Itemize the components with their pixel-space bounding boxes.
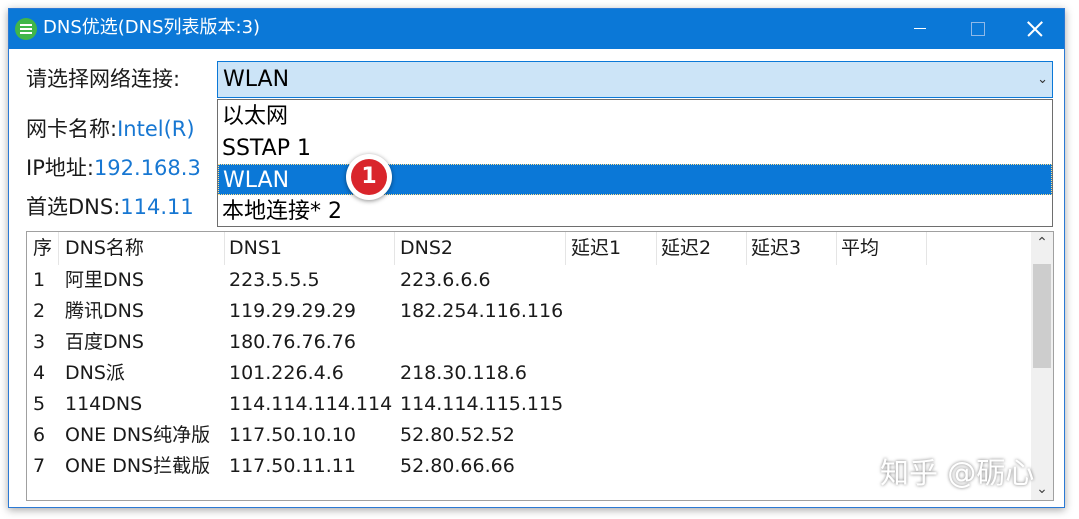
table-row[interactable]: 4 DNS派 101.226.4.6 218.30.118.6 <box>27 358 1027 389</box>
row-name: ONE DNS拦截版 <box>65 455 211 477</box>
row-dns2: 52.80.52.52 <box>400 424 515 446</box>
row-dns2: 182.254.116.116 <box>400 300 564 322</box>
app-icon <box>15 18 37 40</box>
table-row[interactable]: 5 114DNS 114.114.114.114 114.114.115.115 <box>27 389 1027 420</box>
ip-row: IP地址:192.168.3 <box>26 154 201 182</box>
column-header-latency1[interactable]: 延迟1 <box>567 232 657 265</box>
row-dns1: 223.5.5.5 <box>229 269 320 291</box>
column-header-name[interactable]: DNS名称 <box>61 232 225 265</box>
adapter-value: Intel(R) <box>117 117 195 141</box>
maximize-button[interactable] <box>948 9 1006 49</box>
connection-select[interactable]: WLAN ⌄ <box>217 61 1053 98</box>
scroll-up-icon[interactable]: ⌃ <box>1031 232 1053 254</box>
row-index: 3 <box>33 331 46 353</box>
preferred-dns-label: 首选DNS: <box>26 195 121 219</box>
row-name: ONE DNS纯净版 <box>65 424 211 446</box>
row-index: 2 <box>33 300 46 322</box>
adapter-label: 网卡名称: <box>26 117 118 141</box>
table-row[interactable]: 1 阿里DNS 223.5.5.5 223.6.6.6 <box>27 265 1027 296</box>
column-header-index[interactable]: 序 <box>29 232 59 265</box>
dropdown-option-local-connection[interactable]: 本地连接* 2 <box>218 196 1052 227</box>
table-row[interactable]: 2 腾讯DNS 119.29.29.29 182.254.116.116 <box>27 296 1027 327</box>
table-row[interactable]: 3 百度DNS 180.76.76.76 <box>27 327 1027 358</box>
adapter-row: 网卡名称:Intel(R) <box>26 115 195 143</box>
row-dns2 <box>396 327 570 358</box>
scroll-down-icon[interactable]: ⌄ <box>1031 478 1053 500</box>
vertical-scrollbar[interactable]: ⌃ ⌄ <box>1031 232 1053 500</box>
app-window: DNS优选(DNS列表版本:3) 请选择网络连接: WLAN ⌄ 网卡名称:In… <box>8 8 1065 508</box>
table-row[interactable]: 6 ONE DNS纯净版 117.50.10.10 52.80.52.52 <box>27 420 1027 451</box>
row-index: 7 <box>33 455 46 477</box>
row-dns1: 117.50.10.10 <box>229 424 356 446</box>
ip-label: IP地址: <box>26 156 94 180</box>
row-index: 4 <box>33 362 46 384</box>
row-dns2: 223.6.6.6 <box>400 269 491 291</box>
row-dns1: 114.114.114.114 <box>229 393 393 415</box>
column-header-dns2[interactable]: DNS2 <box>396 232 566 265</box>
connection-dropdown-list: 以太网 SSTAP 1 WLAN 本地连接* 2 <box>217 99 1053 227</box>
dropdown-option-wlan[interactable]: WLAN <box>218 164 1052 195</box>
row-name: 百度DNS <box>65 331 144 353</box>
row-dns1: 180.76.76.76 <box>229 331 356 353</box>
column-header-average[interactable]: 平均 <box>837 232 927 265</box>
row-name: 114DNS <box>65 393 143 415</box>
row-name: 阿里DNS <box>65 269 144 291</box>
ip-value: 192.168.3 <box>93 156 201 180</box>
step-marker: 1 <box>346 154 392 200</box>
column-header-latency3[interactable]: 延迟3 <box>747 232 837 265</box>
preferred-dns-row: 首选DNS:114.11 <box>26 193 194 221</box>
preferred-dns-value: 114.11 <box>120 195 194 219</box>
row-dns1: 119.29.29.29 <box>229 300 356 322</box>
scroll-thumb[interactable] <box>1033 264 1051 368</box>
row-name: DNS派 <box>65 362 125 384</box>
watermark: 知乎 @砺心 <box>880 456 1035 490</box>
column-header-latency2[interactable]: 延迟2 <box>657 232 747 265</box>
window-title: DNS优选(DNS列表版本:3) <box>43 17 261 38</box>
dropdown-option-ethernet[interactable]: 以太网 <box>218 101 1052 132</box>
column-header-dns1[interactable]: DNS1 <box>225 232 395 265</box>
row-dns1: 101.226.4.6 <box>229 362 344 384</box>
minimize-button[interactable] <box>890 9 948 49</box>
row-index: 6 <box>33 424 46 446</box>
table-header: 序 DNS名称 DNS1 DNS2 延迟1 延迟2 延迟3 平均 <box>27 232 1027 265</box>
row-dns2: 218.30.118.6 <box>400 362 527 384</box>
row-index: 1 <box>33 269 46 291</box>
table-row[interactable]: 7 ONE DNS拦截版 117.50.11.11 52.80.66.66 <box>27 451 1027 482</box>
dropdown-option-sstap[interactable]: SSTAP 1 <box>218 133 1052 164</box>
row-dns2: 52.80.66.66 <box>400 455 515 477</box>
row-dns2: 114.114.115.115 <box>400 393 564 415</box>
row-name: 腾讯DNS <box>65 300 144 322</box>
connection-select-value: WLAN <box>223 67 290 92</box>
close-button[interactable] <box>1006 9 1064 49</box>
title-bar: DNS优选(DNS列表版本:3) <box>9 9 1064 49</box>
row-dns1: 117.50.11.11 <box>229 455 356 477</box>
connection-label: 请选择网络连接: <box>26 67 181 91</box>
row-index: 5 <box>33 393 46 415</box>
step-marker-number: 1 <box>351 159 387 195</box>
chevron-down-icon[interactable]: ⌄ <box>1037 72 1048 87</box>
